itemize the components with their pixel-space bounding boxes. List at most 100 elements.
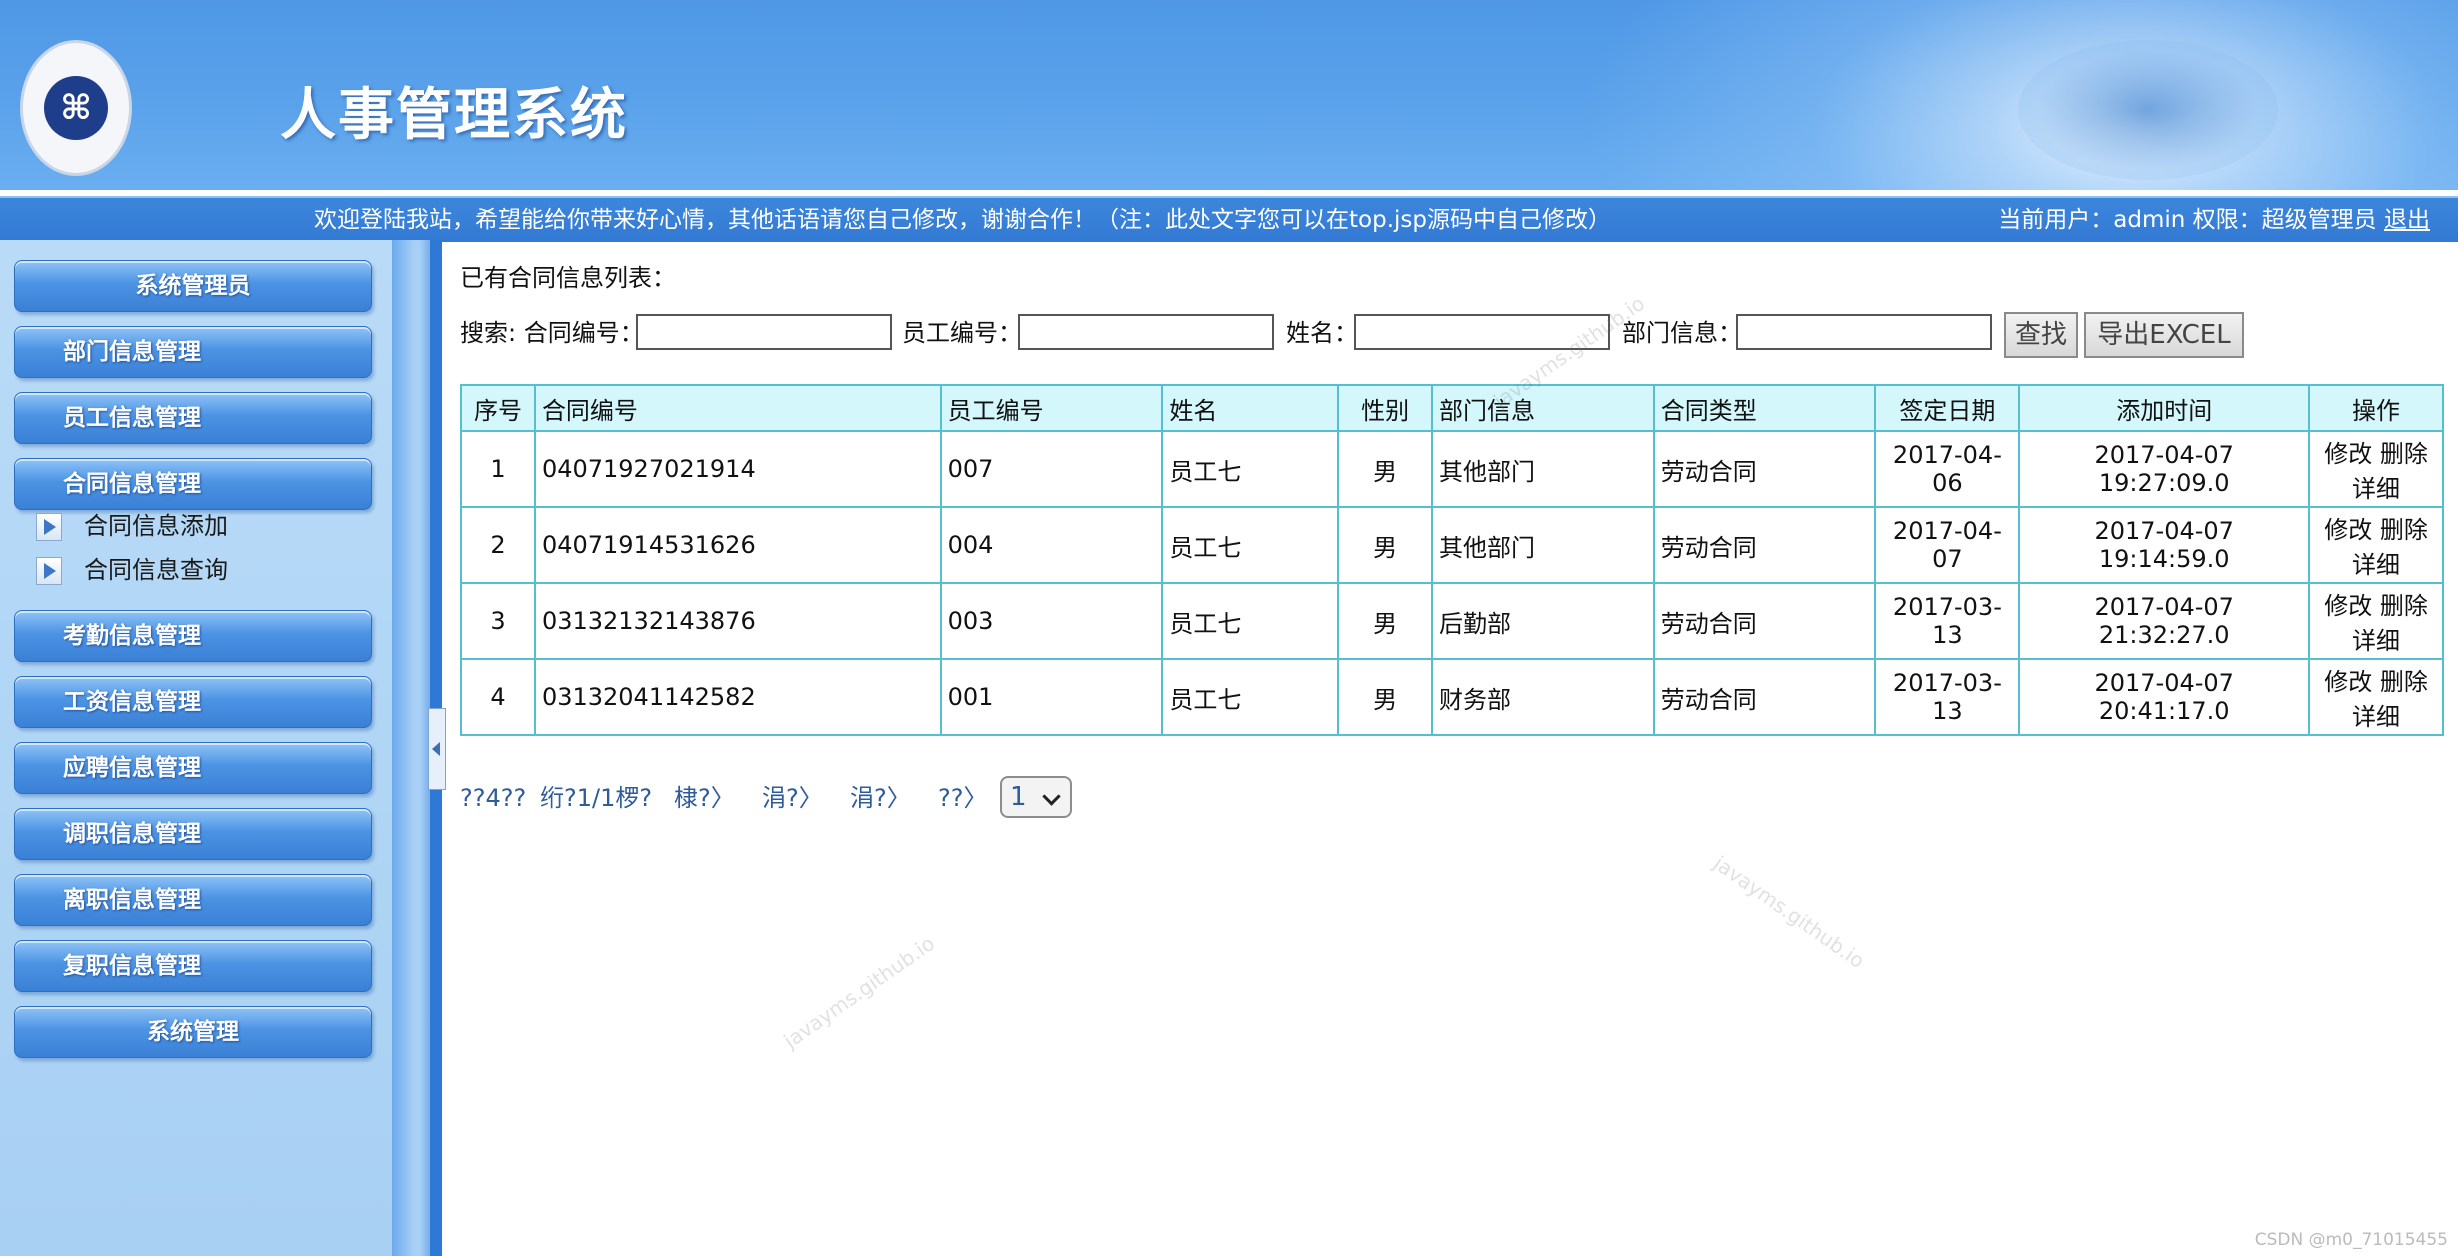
detail-link[interactable]: 详细 <box>2352 475 2400 503</box>
cell-name: 员工七 <box>1161 506 1340 584</box>
edit-link[interactable]: 修改 <box>2324 668 2372 696</box>
info-bar: 欢迎登陆我站，希望能给你带来好心情，其他话语请您自己修改，谢谢合作！（注：此处文… <box>0 196 2458 242</box>
employee-no-label: 员工编号： <box>902 319 1022 347</box>
sidebar-subitem-contract-query[interactable]: 合同信息查询 <box>36 550 228 590</box>
column-header: 签定日期 <box>1874 384 2021 432</box>
cell-employee-no: 007 <box>939 430 1164 508</box>
table-header-row: 序号 合同编号 员工编号 姓名 性别 部门信息 合同类型 签定日期 添加时间 操… <box>460 384 2444 432</box>
search-button[interactable]: 查找 <box>2004 312 2078 358</box>
pager-total-records: ??4?? <box>460 784 527 812</box>
cell-contract-no: 04071914531626 <box>533 506 942 584</box>
pager-first-link[interactable]: 棣?〉 <box>674 776 735 820</box>
sidebar-item-contract[interactable]: 合同信息管理 <box>14 458 372 510</box>
cell-contract-type: 劳动合同 <box>1652 582 1877 660</box>
sidebar-item-recruitment[interactable]: 应聘信息管理 <box>14 742 372 794</box>
user-role-text: 当前用户：admin 权限：超级管理员 <box>1998 207 2377 233</box>
play-arrow-icon <box>36 513 62 541</box>
logo-emblem-icon: ⌘ <box>44 76 108 140</box>
chevron-down-icon <box>1042 787 1061 806</box>
pager-prev-link[interactable]: 涓?〉 <box>762 776 823 820</box>
cell-contract-no: 03132041142582 <box>533 658 942 736</box>
delete-link[interactable]: 删除 <box>2380 440 2428 468</box>
cell-no: 1 <box>460 430 536 508</box>
sidebar-item-label: 调职信息管理 <box>63 821 201 847</box>
sidebar-item-department[interactable]: 部门信息管理 <box>14 326 372 378</box>
cell-added-time: 2017-04-07 20:41:17.0 <box>2018 658 2311 736</box>
cell-added-time: 2017-04-07 19:27:09.0 <box>2018 430 2311 508</box>
cell-no: 3 <box>460 582 536 660</box>
cell-added-time: 2017-04-07 21:32:27.0 <box>2018 582 2311 660</box>
department-label: 部门信息： <box>1622 319 1742 347</box>
page-title: 已有合同信息列表： <box>460 264 676 292</box>
column-header: 员工编号 <box>939 384 1164 432</box>
column-header: 部门信息 <box>1431 384 1655 432</box>
current-user-info: 当前用户：admin 权限：超级管理员 退出 <box>1998 198 2430 242</box>
table-row: 3 03132132143876 003 员工七 男 后勤部 劳动合同 2017… <box>460 582 2444 660</box>
play-arrow-icon <box>36 557 62 585</box>
app-title: 人事管理系统 <box>280 83 628 148</box>
delete-link[interactable]: 删除 <box>2380 592 2428 620</box>
header-banner: ⌘ 人事管理系统 <box>0 0 2458 190</box>
sidebar-item-resignation[interactable]: 离职信息管理 <box>14 874 372 926</box>
cell-employee-no: 001 <box>939 658 1164 736</box>
sidebar-item-reinstatement[interactable]: 复职信息管理 <box>14 940 372 992</box>
sidebar-item-employee[interactable]: 员工信息管理 <box>14 392 372 444</box>
cell-operations: 修改 删除详细 <box>2308 582 2444 660</box>
cell-contract-type: 劳动合同 <box>1652 658 1877 736</box>
contract-no-input[interactable] <box>636 314 892 350</box>
sidebar-item-label: 工资信息管理 <box>63 689 201 715</box>
logout-link[interactable]: 退出 <box>2384 207 2430 233</box>
detail-link[interactable]: 详细 <box>2352 627 2400 655</box>
cell-added-time: 2017-04-07 19:14:59.0 <box>2018 506 2311 584</box>
cell-contract-no: 03132132143876 <box>533 582 942 660</box>
detail-link[interactable]: 详细 <box>2352 703 2400 731</box>
cell-gender: 男 <box>1337 430 1434 508</box>
university-logo: ⌘ <box>20 40 132 176</box>
sidebar-item-label: 应聘信息管理 <box>63 755 201 781</box>
delete-link[interactable]: 删除 <box>2380 668 2428 696</box>
cell-sign-date: 2017-04-06 <box>1874 430 2021 508</box>
sidebar-item-label: 合同信息管理 <box>63 471 201 497</box>
sidebar-subitem-label: 合同信息添加 <box>84 512 228 540</box>
pager-next-link[interactable]: 涓?〉 <box>850 776 911 820</box>
name-label: 姓名： <box>1286 319 1358 347</box>
department-input[interactable] <box>1736 314 1992 350</box>
page-select[interactable]: 1 <box>1000 776 1072 818</box>
sidebar-item-label: 系统管理 <box>147 1019 239 1045</box>
employee-no-input[interactable] <box>1018 314 1274 350</box>
sidebar-subitem-label: 合同信息查询 <box>84 556 228 584</box>
sidebar-item-label: 员工信息管理 <box>63 405 201 431</box>
cell-name: 员工七 <box>1161 582 1340 660</box>
column-header: 姓名 <box>1161 384 1340 432</box>
column-header: 合同类型 <box>1652 384 1877 432</box>
table-row: 2 04071914531626 004 员工七 男 其他部门 劳动合同 201… <box>460 506 2444 584</box>
sidebar-item-label: 系统管理员 <box>135 273 251 299</box>
column-header: 序号 <box>460 384 536 432</box>
cell-contract-type: 劳动合同 <box>1652 430 1877 508</box>
edit-link[interactable]: 修改 <box>2324 440 2372 468</box>
edit-link[interactable]: 修改 <box>2324 592 2372 620</box>
footer-credit: CSDN @m0_71015455 <box>2254 1230 2448 1250</box>
column-header: 合同编号 <box>533 384 942 432</box>
delete-link[interactable]: 删除 <box>2380 516 2428 544</box>
sidebar-item-system-management[interactable]: 系统管理 <box>14 1006 372 1058</box>
header-decoration-core <box>2018 40 2278 180</box>
detail-link[interactable]: 详细 <box>2352 551 2400 579</box>
pager-last-link[interactable]: ??〉 <box>938 776 987 820</box>
cell-department: 后勤部 <box>1431 582 1655 660</box>
sidebar-item-salary[interactable]: 工资信息管理 <box>14 676 372 728</box>
sidebar-item-attendance[interactable]: 考勤信息管理 <box>14 610 372 662</box>
welcome-message: 欢迎登陆我站，希望能给你带来好心情，其他话语请您自己修改，谢谢合作！（注：此处文… <box>314 207 1611 233</box>
edit-link[interactable]: 修改 <box>2324 516 2372 544</box>
cell-gender: 男 <box>1337 582 1434 660</box>
table-row: 4 03132041142582 001 员工七 男 财务部 劳动合同 2017… <box>460 658 2444 736</box>
cell-contract-type: 劳动合同 <box>1652 506 1877 584</box>
cell-department: 其他部门 <box>1431 430 1655 508</box>
sidebar-subitem-contract-add[interactable]: 合同信息添加 <box>36 506 228 546</box>
sidebar: 系统管理员 部门信息管理 员工信息管理 合同信息管理 合同信息添加 合同信息查询… <box>0 240 394 1256</box>
cell-sign-date: 2017-04-07 <box>1874 506 2021 584</box>
sidebar-item-system-admin[interactable]: 系统管理员 <box>14 260 372 312</box>
cell-employee-no: 004 <box>939 506 1164 584</box>
export-excel-button[interactable]: 导出EXCEL <box>2084 312 2244 358</box>
sidebar-item-transfer[interactable]: 调职信息管理 <box>14 808 372 860</box>
